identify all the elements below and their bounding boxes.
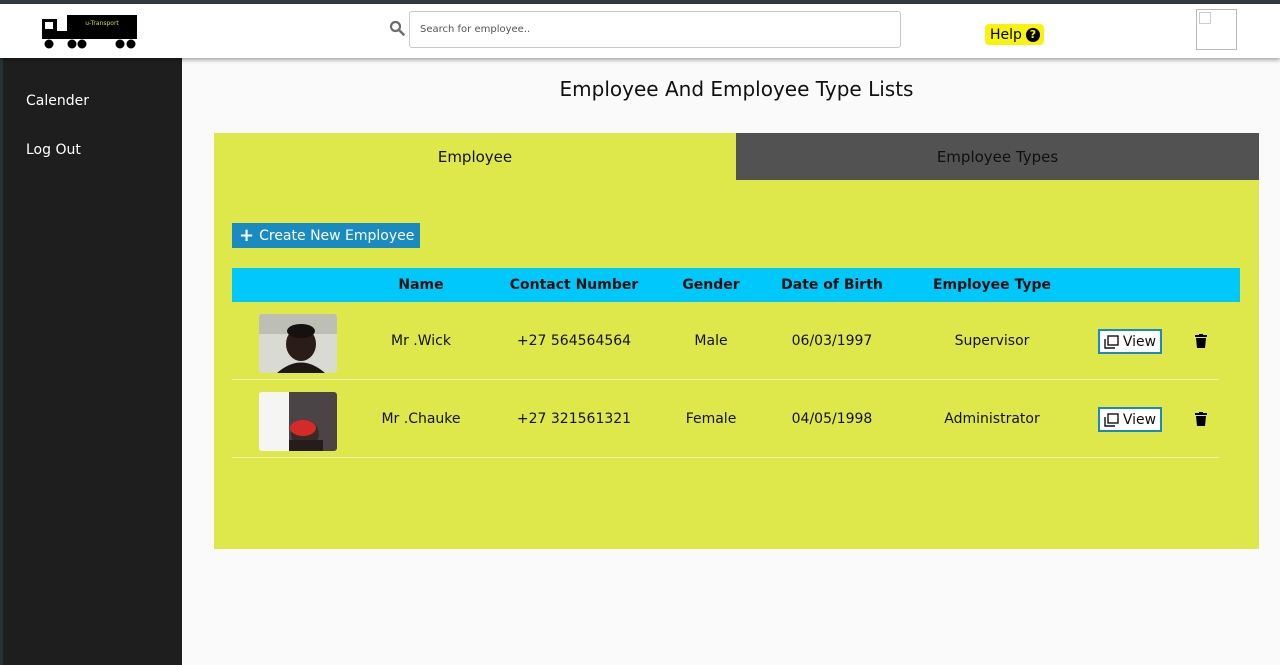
employee-photo	[259, 314, 337, 373]
view-button[interactable]: View	[1098, 407, 1162, 432]
employee-photo	[259, 392, 337, 451]
cell-gender: Male	[694, 333, 728, 349]
cell-contact: +27 564564564	[516, 333, 632, 349]
cell-gender: Female	[685, 411, 737, 427]
trash-icon[interactable]	[1195, 412, 1207, 426]
search-icon	[389, 20, 405, 36]
copy-icon	[1104, 334, 1119, 349]
cell-name: Mr .Chauke	[381, 411, 461, 427]
sidebar-item-calender[interactable]: Calender	[26, 93, 89, 109]
cell-employee-type: Administrator	[944, 411, 1040, 427]
page-title: Employee And Employee Type Lists	[559, 77, 914, 101]
employee-panel: Employee Employee Types + Create New Emp…	[214, 133, 1259, 549]
logo-text: u-Transport	[85, 20, 119, 27]
column-header-gender: Gender	[682, 277, 740, 293]
trash-icon[interactable]	[1195, 334, 1207, 348]
app-header: u-Transport Help ?	[0, 4, 1280, 58]
column-header-employee-type: Employee Type	[932, 277, 1052, 293]
table-row: Mr .Wick +27 564564564 Male 06/03/1997 S…	[232, 302, 1219, 380]
help-label: Help	[990, 26, 1022, 43]
cell-dob: 04/05/1998	[791, 411, 873, 427]
cell-employee-type: Supervisor	[954, 333, 1030, 349]
sidebar: Calender Log Out	[3, 58, 182, 665]
plus-icon: +	[239, 224, 255, 246]
sidebar-item-log-out[interactable]: Log Out	[26, 142, 81, 158]
column-header-dob: Date of Birth	[781, 277, 883, 293]
table-row: Mr .Chauke +27 321561321 Female 04/05/19…	[232, 380, 1219, 458]
table-header: Name Contact Number Gender Date of Birth…	[232, 268, 1240, 302]
truck-logo[interactable]: u-Transport	[42, 15, 138, 49]
cell-name: Mr .Wick	[391, 333, 451, 349]
copy-icon	[1104, 412, 1119, 427]
help-button[interactable]: Help ?	[985, 24, 1044, 45]
tab-employee[interactable]: Employee	[214, 133, 736, 180]
search-input[interactable]	[409, 11, 901, 48]
question-circle-icon: ?	[1025, 27, 1040, 42]
column-header-contact: Contact Number	[509, 277, 639, 293]
view-label: View	[1122, 411, 1157, 428]
cell-contact: +27 321561321	[516, 411, 632, 427]
view-label: View	[1122, 333, 1157, 350]
create-button-label: Create New Employee	[259, 227, 415, 244]
cell-dob: 06/03/1997	[791, 333, 873, 349]
column-header-name: Name	[398, 277, 444, 293]
tab-employee-types[interactable]: Employee Types	[736, 133, 1259, 180]
view-button[interactable]: View	[1098, 329, 1162, 354]
avatar[interactable]	[1196, 9, 1237, 50]
create-employee-button[interactable]: + Create New Employee	[232, 223, 421, 248]
